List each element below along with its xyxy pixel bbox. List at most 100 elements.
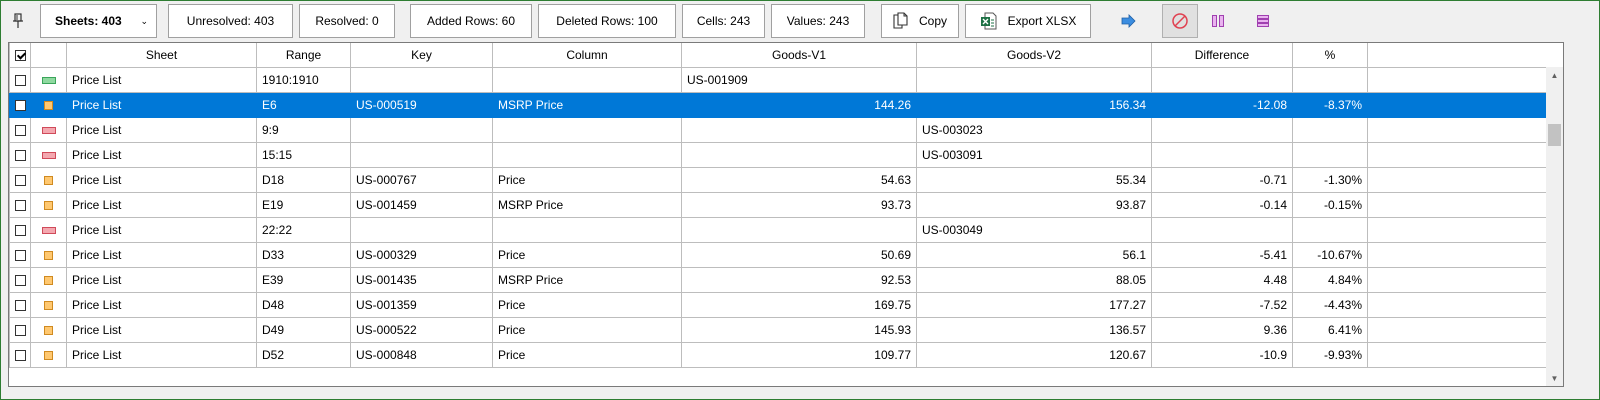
added-rows-filter-button[interactable]: Added Rows: 60 bbox=[410, 4, 532, 38]
cell-difference[interactable]: 4.48 bbox=[1151, 266, 1293, 293]
row-checkbox-cell[interactable] bbox=[9, 216, 31, 243]
select-all-checkbox-cell[interactable] bbox=[9, 43, 31, 68]
sheets-dropdown[interactable]: Sheets: 403 ⌄ bbox=[40, 4, 157, 38]
header-goods-v2[interactable]: Goods-V2 bbox=[916, 43, 1152, 68]
cell-column[interactable] bbox=[492, 66, 682, 93]
cell-difference[interactable]: -0.14 bbox=[1151, 191, 1293, 218]
arrow-right-icon[interactable] bbox=[1117, 9, 1141, 33]
row-checkbox[interactable] bbox=[14, 174, 26, 186]
cell-sheet[interactable]: Price List bbox=[66, 91, 257, 118]
cell-difference[interactable]: -0.71 bbox=[1151, 166, 1293, 193]
cell-goods-v2[interactable]: 120.67 bbox=[916, 341, 1152, 368]
cell-difference[interactable]: 9.36 bbox=[1151, 316, 1293, 343]
cell-range[interactable]: 15:15 bbox=[256, 141, 351, 168]
cell-goods-v2[interactable]: US-003049 bbox=[916, 216, 1152, 243]
cell-goods-v2[interactable]: 93.87 bbox=[916, 191, 1152, 218]
cell-percent[interactable]: -1.30% bbox=[1292, 166, 1368, 193]
table-row[interactable]: Price List D49 US-000522 Price 145.93 136.57 9… bbox=[9, 316, 1559, 343]
cell-percent[interactable]: -10.67% bbox=[1292, 241, 1368, 268]
row-checkbox[interactable] bbox=[14, 124, 26, 136]
row-checkbox[interactable] bbox=[14, 74, 26, 86]
cell-key[interactable] bbox=[350, 116, 493, 143]
row-checkbox[interactable] bbox=[14, 224, 26, 236]
cell-goods-v1[interactable]: 92.53 bbox=[681, 266, 917, 293]
vertical-scrollbar[interactable]: ▲ ▼ bbox=[1546, 67, 1563, 386]
table-row[interactable]: Price List 15:15 US-003091 bbox=[9, 141, 1559, 168]
table-row[interactable]: Price List E39 US-001435 MSRP Price 92.53 88.… bbox=[9, 266, 1559, 293]
cell-range[interactable]: 1910:1910 bbox=[256, 66, 351, 93]
cell-sheet[interactable]: Price List bbox=[66, 266, 257, 293]
cell-range[interactable]: D33 bbox=[256, 241, 351, 268]
row-checkbox-cell[interactable] bbox=[9, 341, 31, 368]
row-checkbox[interactable] bbox=[14, 299, 26, 311]
cell-goods-v2[interactable]: US-003091 bbox=[916, 141, 1152, 168]
cell-column[interactable]: Price bbox=[492, 316, 682, 343]
select-all-checkbox[interactable] bbox=[14, 50, 26, 62]
header-column[interactable]: Column bbox=[492, 43, 682, 68]
cell-difference[interactable]: -12.08 bbox=[1151, 91, 1293, 118]
cell-sheet[interactable]: Price List bbox=[66, 141, 257, 168]
cell-range[interactable]: D18 bbox=[256, 166, 351, 193]
cell-key[interactable] bbox=[350, 141, 493, 168]
cell-percent[interactable] bbox=[1292, 216, 1368, 243]
cell-range[interactable]: D48 bbox=[256, 291, 351, 318]
cell-percent[interactable]: -9.93% bbox=[1292, 341, 1368, 368]
cell-column[interactable]: MSRP Price bbox=[492, 91, 682, 118]
cell-percent[interactable] bbox=[1292, 141, 1368, 168]
cell-key[interactable]: US-000767 bbox=[350, 166, 493, 193]
cell-column[interactable]: Price bbox=[492, 341, 682, 368]
cell-key[interactable]: US-000329 bbox=[350, 241, 493, 268]
cell-column[interactable]: MSRP Price bbox=[492, 266, 682, 293]
row-checkbox-cell[interactable] bbox=[9, 241, 31, 268]
row-checkbox-cell[interactable] bbox=[9, 166, 31, 193]
table-row[interactable]: Price List D48 US-001359 Price 169.75 177.27-… bbox=[9, 291, 1559, 318]
cell-goods-v2[interactable]: US-003023 bbox=[916, 116, 1152, 143]
table-row[interactable]: Price List 22:22 US-003049 bbox=[9, 216, 1559, 243]
cell-range[interactable]: D49 bbox=[256, 316, 351, 343]
cell-key[interactable]: US-000519 bbox=[350, 91, 493, 118]
cell-column[interactable]: Price bbox=[492, 241, 682, 268]
cell-goods-v2[interactable]: 88.05 bbox=[916, 266, 1152, 293]
cell-percent[interactable] bbox=[1292, 116, 1368, 143]
cell-key[interactable]: US-000848 bbox=[350, 341, 493, 368]
cell-key[interactable]: US-000522 bbox=[350, 316, 493, 343]
cell-percent[interactable]: 6.41% bbox=[1292, 316, 1368, 343]
cell-sheet[interactable]: Price List bbox=[66, 316, 257, 343]
cell-difference[interactable]: -5.41 bbox=[1151, 241, 1293, 268]
cell-percent[interactable] bbox=[1292, 66, 1368, 93]
cell-goods-v2[interactable]: 177.27 bbox=[916, 291, 1152, 318]
cell-key[interactable] bbox=[350, 216, 493, 243]
columns-icon[interactable] bbox=[1206, 9, 1230, 33]
header-goods-v1[interactable]: Goods-V1 bbox=[681, 43, 917, 68]
cell-goods-v2[interactable]: 56.1 bbox=[916, 241, 1152, 268]
pin-icon[interactable] bbox=[9, 12, 27, 30]
table-row[interactable]: Price List D52 US-000848 Price 109.77 120.67-… bbox=[9, 341, 1559, 368]
table-row[interactable]: Price List D33 US-000329 Price 50.69 56.1 -5.4… bbox=[9, 241, 1559, 268]
cell-range[interactable]: 22:22 bbox=[256, 216, 351, 243]
resolved-filter-button[interactable]: Resolved: 0 bbox=[299, 4, 395, 38]
header-sheet[interactable]: Sheet bbox=[66, 43, 257, 68]
header-key[interactable]: Key bbox=[350, 43, 493, 68]
unresolved-filter-button[interactable]: Unresolved: 403 bbox=[168, 4, 293, 38]
header-percent[interactable]: % bbox=[1292, 43, 1368, 68]
row-checkbox-cell[interactable] bbox=[9, 116, 31, 143]
table-row[interactable]: Price List E6 US-000519 MSRP Price 144.26 156… bbox=[9, 91, 1559, 118]
cell-percent[interactable]: -8.37% bbox=[1292, 91, 1368, 118]
scroll-down-icon[interactable]: ▼ bbox=[1546, 370, 1563, 386]
cell-column[interactable] bbox=[492, 116, 682, 143]
scroll-up-icon[interactable]: ▲ bbox=[1546, 67, 1563, 84]
cell-sheet[interactable]: Price List bbox=[66, 341, 257, 368]
export-xlsx-button[interactable]: Export XLSX bbox=[965, 4, 1091, 38]
cell-goods-v1[interactable]: 50.69 bbox=[681, 241, 917, 268]
table-row[interactable]: Price List 9:9 US-003023 bbox=[9, 116, 1559, 143]
row-checkbox-cell[interactable] bbox=[9, 91, 31, 118]
scrollbar-thumb[interactable] bbox=[1548, 124, 1561, 146]
cell-goods-v1[interactable]: 109.77 bbox=[681, 341, 917, 368]
cell-percent[interactable]: -0.15% bbox=[1292, 191, 1368, 218]
table-row[interactable]: Price List E19 US-001459 MSRP Price 93.73 93.… bbox=[9, 191, 1559, 218]
cell-goods-v2[interactable] bbox=[916, 66, 1152, 93]
row-checkbox[interactable] bbox=[14, 349, 26, 361]
cell-range[interactable]: E19 bbox=[256, 191, 351, 218]
cell-difference[interactable]: -7.52 bbox=[1151, 291, 1293, 318]
cell-range[interactable]: E6 bbox=[256, 91, 351, 118]
